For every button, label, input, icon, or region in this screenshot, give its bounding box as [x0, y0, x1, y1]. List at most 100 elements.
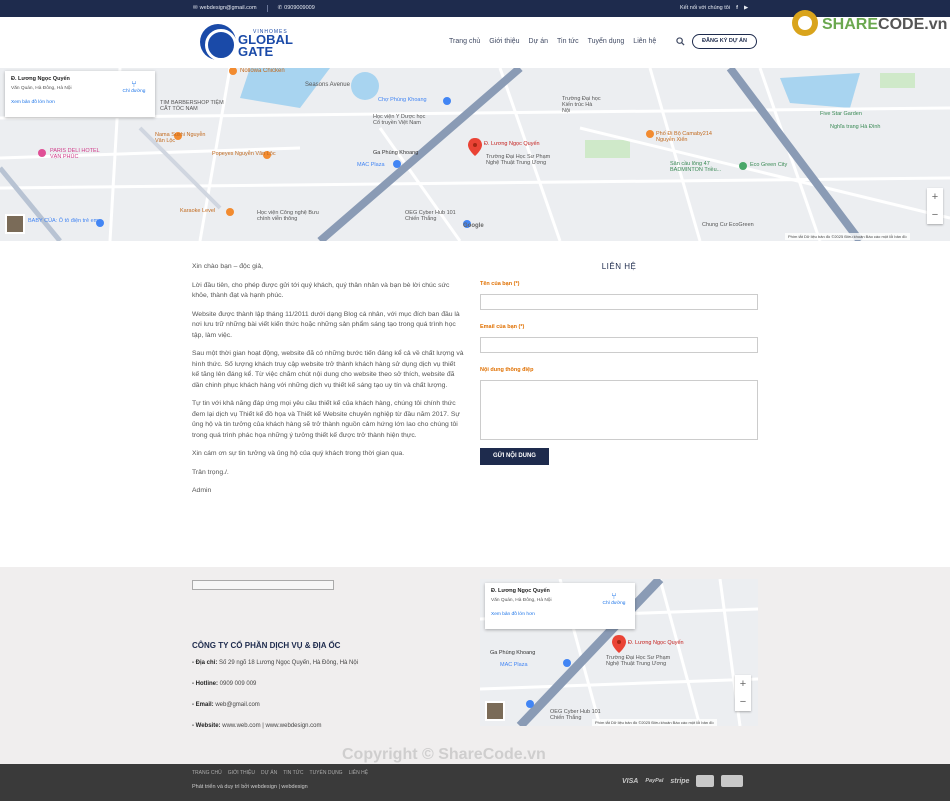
- zoom-in-button[interactable]: +: [735, 675, 751, 693]
- map-label: Trường Đại Học Sư Phạm Nghệ Thuật Trung …: [486, 154, 551, 166]
- location-map[interactable]: Nollowa Chicken Seasons Avenue TIM BARBE…: [0, 68, 950, 241]
- phone-icon: ✆: [277, 5, 283, 11]
- company-email: web@gmail.com: [215, 702, 260, 708]
- directions-icon: ⑂: [611, 591, 617, 601]
- nav-item-home[interactable]: Trang chủ: [449, 38, 480, 45]
- map-pin-label: Đ. Lương Ngọc Quyến: [484, 141, 540, 147]
- zoom-out-button[interactable]: −: [735, 693, 751, 711]
- register-project-button[interactable]: ĐĂNG KÝ DỰ ÁN: [692, 34, 757, 49]
- company-info: - Địa chỉ: Số 29 ngõ 18 Lương Ngọc Quyến…: [192, 660, 359, 729]
- map-label: Chung Cư EcoGreen: [702, 222, 754, 228]
- map-label: Karaoke Level: [180, 208, 216, 214]
- directions-button[interactable]: ⑂ Chỉ đường: [117, 79, 151, 94]
- map-label: Nollowa Chicken: [240, 68, 285, 74]
- email-field[interactable]: [480, 337, 758, 353]
- map-label: Học viện Y Dược học Cổ truyền Việt Nam: [373, 114, 426, 126]
- map-info-card: Đ. Lương Ngọc Quyến Văn Quán, Hà Đông, H…: [485, 583, 635, 629]
- map-label: PARIS DELI HOTEL VẠN PHÚC: [50, 148, 100, 160]
- nav-item-contact[interactable]: Liên hệ: [633, 38, 656, 45]
- directions-icon: ⑂: [131, 79, 137, 89]
- credit-text: Phát triển và duy trì bởi webdesign | we…: [192, 784, 308, 790]
- nav-item-news[interactable]: Tin tức: [557, 38, 579, 45]
- map-label: Nama Sushi Nguyễn Văn Lộc: [155, 132, 206, 144]
- email-contact[interactable]: ✉ webdesign@gmail.com: [193, 5, 257, 12]
- footer-link-careers[interactable]: TUYỂN DỤNG: [310, 770, 343, 776]
- zoom-in-button[interactable]: +: [927, 188, 943, 206]
- name-label: Tên của bạn (*): [480, 281, 520, 287]
- name-field[interactable]: [480, 294, 758, 310]
- sharecode-logo: SHARECODE.vn: [790, 8, 947, 40]
- company-hotline: 0909 009 009: [219, 681, 257, 687]
- bottom-bar: TRANG CHỦ GIỚI THIỆU DỰ ÁN TIN TỨC TUYỂN…: [0, 764, 950, 801]
- site-logo[interactable]: VINHOMES GLOBAL GATE: [200, 21, 315, 63]
- map-info-card: Đ. Lương Ngọc Quyến Văn Quán, Hà Đông, H…: [5, 71, 155, 117]
- footer-link-contact[interactable]: LIÊN HỆ: [349, 770, 368, 776]
- phone-contact[interactable]: ✆ 0909009009: [278, 5, 315, 12]
- contact-form: LIÊN HỆ Tên của bạn (*) Email của bạn (*…: [480, 262, 758, 465]
- facebook-icon[interactable]: f: [736, 5, 738, 11]
- submit-button[interactable]: GỬI NỘI DUNG: [480, 448, 549, 465]
- footer-map[interactable]: Đ. Lương Ngọc Quyến Ga Phùng Khoang MAC …: [480, 579, 758, 726]
- zoom-controls: + −: [735, 675, 751, 711]
- mail-icon: ✉: [193, 5, 198, 11]
- nav-item-projects[interactable]: Dự án: [529, 38, 548, 45]
- footer-logo-image: [192, 580, 334, 590]
- paragraph: Tự tin với khả năng đáp ứng mọi yêu cầu …: [192, 400, 460, 439]
- greeting: Xin chào bạn – độc giả,: [192, 263, 264, 270]
- zoom-out-button[interactable]: −: [927, 206, 943, 224]
- map-label: OEG Cyber Hub 101 Chiến Thắng: [405, 210, 456, 222]
- map-label: TIM BARBERSHOP TIỆM CẮT TÓC NAM: [160, 100, 224, 112]
- company-address: Số 29 ngõ 18 Lương Ngọc Quyến, Hà Đông, …: [219, 660, 359, 666]
- footer-link-home[interactable]: TRANG CHỦ: [192, 770, 222, 776]
- directions-button[interactable]: ⑂ Chỉ đường: [597, 591, 631, 606]
- map-label: Eco Green City: [750, 162, 788, 168]
- paragraph: Xin cám ơn sự tin tưởng và ủng hộ của qu…: [192, 450, 405, 457]
- card-icon: [721, 775, 744, 787]
- map-label: Five Star Garden: [820, 111, 862, 117]
- footer-link-news[interactable]: TIN TỨC: [283, 770, 303, 776]
- footer-links: TRANG CHỦ GIỚI THIỆU DỰ ÁN TIN TỨC TUYỂN…: [192, 770, 368, 776]
- satellite-toggle[interactable]: [485, 701, 505, 721]
- search-icon[interactable]: [676, 37, 685, 46]
- paragraph: Sau một thời gian hoạt động, website đã …: [192, 350, 464, 389]
- paragraph: Lời đầu tiên, cho phép được gửi tới quý …: [192, 281, 450, 300]
- map-label: MAC Plaza: [500, 662, 528, 668]
- stripe-icon: stripe: [670, 777, 690, 785]
- map-label: Sân cầu lông 47 BADMINTON Triều...: [670, 161, 722, 173]
- footer-link-about[interactable]: GIỚI THIỆU: [228, 770, 255, 776]
- google-logo: Google: [463, 223, 484, 229]
- map-label: Ga Phùng Khoang: [490, 650, 536, 656]
- sharecode-emblem-icon: [792, 10, 818, 36]
- company-name: CÔNG TY CỔ PHẦN DỊCH VỤ & ĐỊA ỐC: [192, 641, 341, 650]
- map-label: Phố Đi Bộ Camaby214 Nguyễn Xiển: [656, 131, 712, 143]
- contact-title: LIÊN HỆ: [601, 262, 637, 271]
- divider: [266, 5, 268, 12]
- map-label: BABY CỦA: Ô tô điện trẻ em...: [28, 218, 103, 224]
- paypal-icon: PayPal: [645, 778, 664, 784]
- message-textarea[interactable]: [480, 380, 758, 440]
- map-attribution: Phím tắt Dữ liệu bản đồ ©2025 Điều khoản…: [785, 233, 910, 240]
- youtube-icon[interactable]: ▶: [744, 5, 748, 11]
- logo-emblem-icon: [200, 24, 237, 61]
- map-label: Popeyes Nguyễn Văn Lộc: [212, 151, 276, 157]
- map-label: MAC Plaza: [357, 162, 385, 168]
- footer-link-projects[interactable]: DỰ ÁN: [261, 770, 277, 776]
- satellite-toggle[interactable]: [5, 214, 25, 234]
- map-pin-label: Đ. Lương Ngọc Quyến: [628, 640, 684, 646]
- larger-map-link[interactable]: Xem bản đồ lớn hơn: [11, 100, 149, 105]
- footer: CÔNG TY CỔ PHẦN DỊCH VỤ & ĐỊA ỐC - Địa c…: [0, 567, 950, 764]
- nav-item-careers[interactable]: Tuyển dụng: [588, 38, 625, 45]
- intro-content: Xin chào bạn – độc giả, Lời đầu tiên, ch…: [192, 262, 464, 505]
- message-label: Nội dung thông điệp: [480, 367, 534, 373]
- larger-map-link[interactable]: Xem bản đồ lớn hơn: [491, 612, 629, 617]
- map-label: Ga Phùng Khoang: [373, 150, 419, 156]
- map-label: Nghĩa trang Hà Đình: [830, 124, 881, 130]
- map-label: Chợ Phùng Khoang: [378, 97, 427, 103]
- logo-line2: GATE: [238, 44, 274, 59]
- main-nav: Trang chủ Giới thiệu Dự án Tin tức Tuyển…: [449, 38, 656, 45]
- map-attribution: Phím tắt Dữ liệu bản đồ ©2025 Điều khoản…: [592, 719, 717, 726]
- nav-item-about[interactable]: Giới thiệu: [489, 38, 519, 45]
- signature: Admin: [192, 487, 212, 494]
- map-label: Học viện Công nghệ Bưu chính viễn thông: [257, 210, 319, 222]
- copyright-watermark: Copyright © ShareCode.vn: [342, 746, 546, 763]
